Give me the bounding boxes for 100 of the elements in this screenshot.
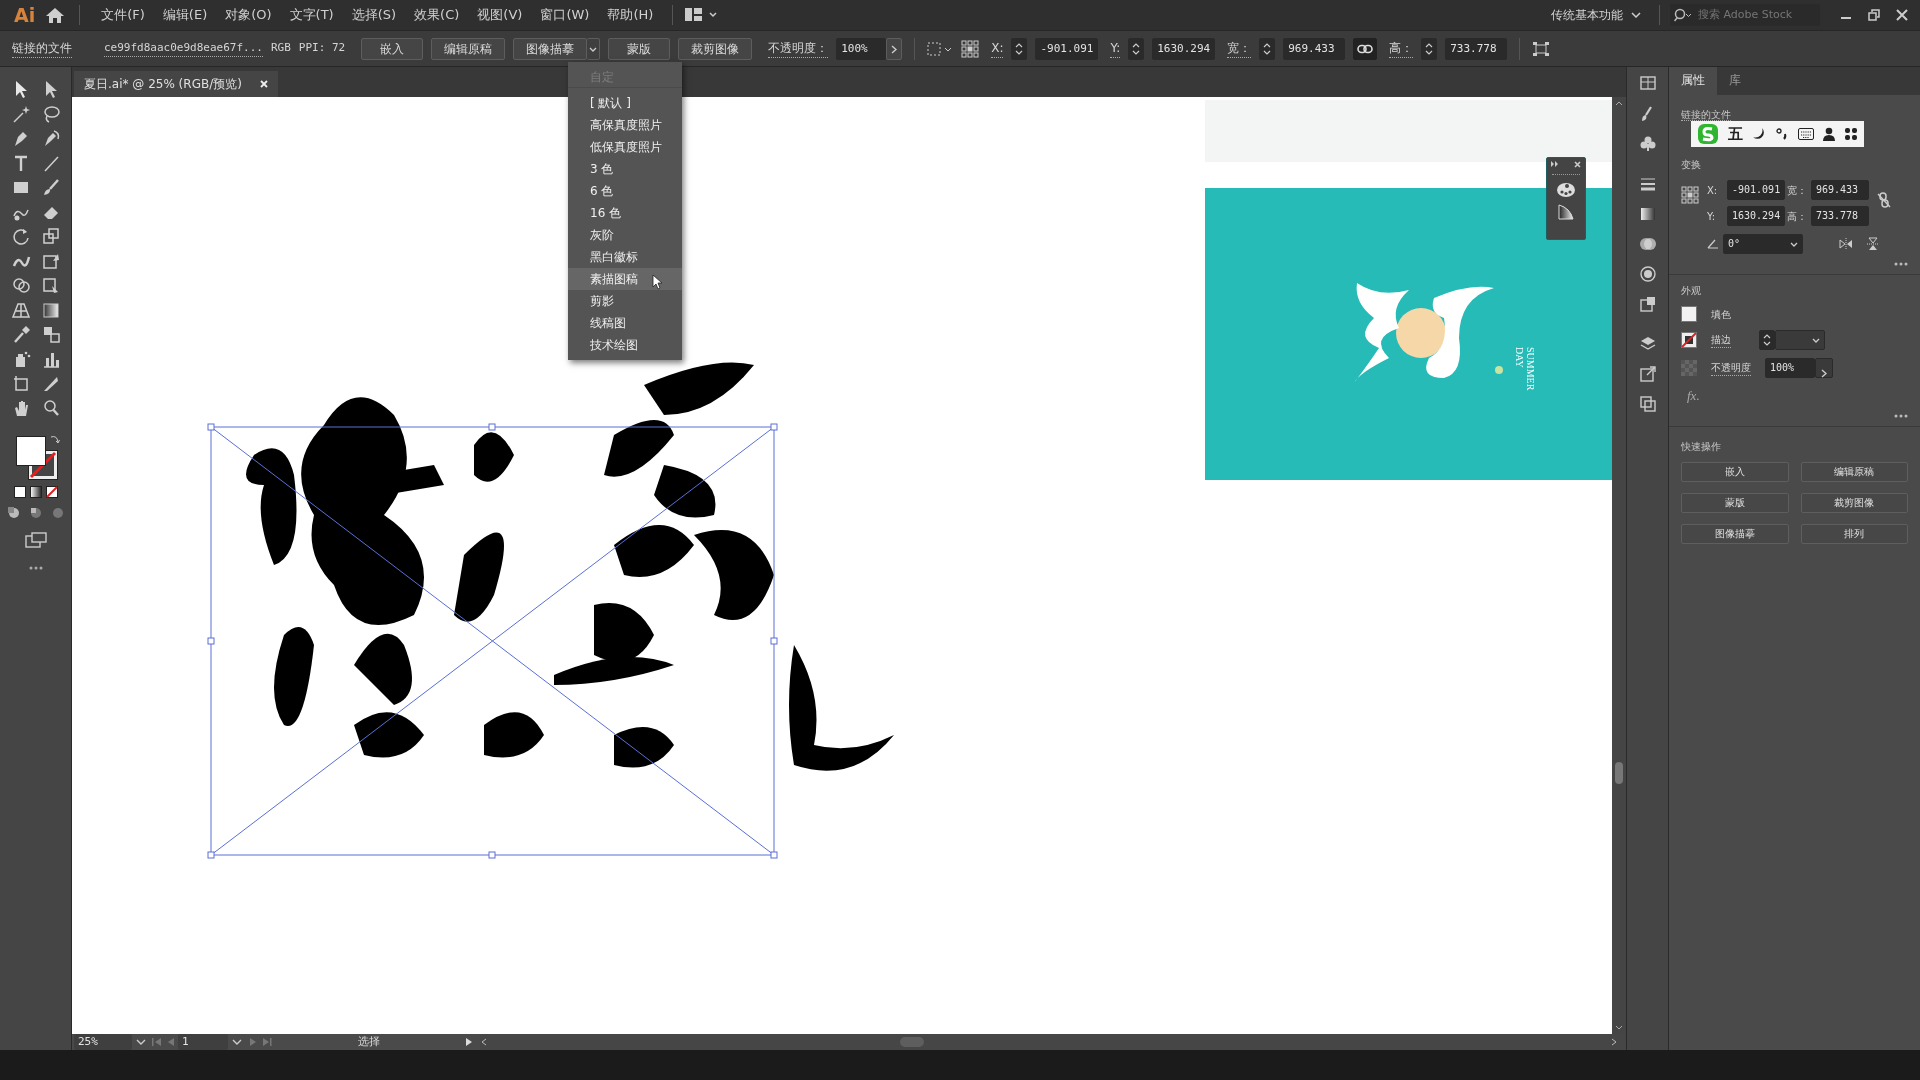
- menu-item[interactable]: 3 色: [568, 158, 682, 180]
- more-dots-icon[interactable]: [1894, 262, 1908, 266]
- menu-item[interactable]: 视图(V): [470, 3, 530, 27]
- expand-button[interactable]: [886, 37, 903, 60]
- toolbar-button[interactable]: 图像描摹: [513, 37, 588, 60]
- appearance-circle-icon[interactable]: [1638, 265, 1657, 283]
- linked-file-label[interactable]: 链接的文件: [12, 39, 72, 58]
- four-petal-icon[interactable]: [1844, 127, 1858, 141]
- moon-icon[interactable]: [1752, 127, 1766, 141]
- keyboard-icon[interactable]: [1798, 128, 1814, 140]
- reference-point-icon[interactable]: [961, 39, 980, 58]
- close-icon[interactable]: [1896, 9, 1908, 21]
- club-symbol-icon[interactable]: [1638, 135, 1657, 153]
- quick-action-button[interactable]: 蒙版: [1681, 492, 1789, 513]
- angle-dropdown[interactable]: 0°: [1723, 234, 1803, 254]
- menu-item[interactable]: 低保真度照片: [568, 136, 682, 158]
- gradient-fill-icon[interactable]: [29, 486, 42, 498]
- more-dots-icon[interactable]: [1894, 413, 1908, 418]
- stepper-control[interactable]: [1011, 37, 1028, 60]
- menu-item[interactable]: 灰阶: [568, 224, 682, 246]
- flip-vertical-icon[interactable]: [1867, 237, 1879, 251]
- layout-grid-icon[interactable]: [685, 8, 720, 22]
- menu-item[interactable]: 效果(C): [407, 3, 467, 27]
- scrollbar-thumb[interactable]: [1615, 762, 1623, 784]
- scale-icon[interactable]: [40, 226, 61, 247]
- opacity-field[interactable]: 100%: [836, 37, 887, 60]
- panel-tab[interactable]: 库: [1717, 67, 1753, 95]
- workspace-switcher[interactable]: 传统基本功能: [1551, 6, 1623, 24]
- toolbar-button[interactable]: 蒙版: [608, 37, 671, 60]
- menu-item[interactable]: 高保真度照片: [568, 114, 682, 136]
- quick-action-button[interactable]: 嵌入: [1681, 461, 1789, 482]
- stepper-control[interactable]: [1421, 37, 1438, 60]
- effects-button[interactable]: fx.: [1681, 386, 1700, 406]
- chevron-down-icon[interactable]: [1631, 12, 1641, 18]
- menu-item[interactable]: 对象(O): [218, 3, 279, 27]
- play-icon[interactable]: [464, 1037, 474, 1047]
- file-name-link[interactable]: ce99fd8aac0e9d8eae67f...: [104, 39, 263, 58]
- ime-logo-icon[interactable]: [1697, 123, 1719, 145]
- toolbar-button[interactable]: 裁剪图像: [678, 37, 753, 60]
- menu-item[interactable]: 编辑(E): [155, 3, 215, 27]
- constrain-proportions-toggle[interactable]: [1353, 37, 1378, 60]
- palette-icon[interactable]: [1556, 182, 1576, 198]
- toolbar-button[interactable]: 嵌入: [361, 37, 424, 60]
- export-square-icon[interactable]: [1638, 295, 1657, 313]
- overlapping-squares-icon[interactable]: [1638, 395, 1657, 413]
- menu-item[interactable]: 剪影: [568, 290, 682, 312]
- input-field[interactable]: 733.778: [1811, 206, 1869, 226]
- stepper-control[interactable]: [1759, 330, 1775, 350]
- input-field[interactable]: -901.091: [1035, 37, 1099, 60]
- panel-tab[interactable]: 属性: [1669, 67, 1717, 95]
- checker-swatch[interactable]: [1681, 360, 1697, 376]
- input-field[interactable]: 1630.294: [1727, 206, 1785, 226]
- align-icon[interactable]: [927, 40, 954, 57]
- draw-normal-icon[interactable]: [6, 506, 21, 520]
- scroll-right-icon[interactable]: [1610, 1038, 1618, 1046]
- fill-swatch[interactable]: [1681, 306, 1697, 322]
- quick-action-button[interactable]: 图像描摹: [1681, 523, 1789, 544]
- menu-item[interactable]: 素描图稿: [568, 268, 682, 290]
- ime-toolbar[interactable]: 五: [1691, 121, 1864, 147]
- stepper-control[interactable]: [1128, 37, 1145, 60]
- scroll-up-icon[interactable]: [1615, 101, 1623, 106]
- reference-point-icon[interactable]: [1681, 186, 1699, 204]
- unlinked-chain-icon[interactable]: [1877, 192, 1891, 208]
- close-icon[interactable]: [1574, 161, 1581, 168]
- opacity-label[interactable]: 不透明度: [1711, 360, 1751, 376]
- live-paint-icon[interactable]: [40, 275, 61, 296]
- document-tab[interactable]: 夏日.ai* @ 25% (RGB/预览): [74, 71, 278, 97]
- menu-item[interactable]: 文件(F): [94, 3, 152, 27]
- opacity-field[interactable]: 100%: [1765, 358, 1815, 378]
- input-field[interactable]: 969.433: [1811, 180, 1869, 200]
- input-field[interactable]: -901.091: [1727, 180, 1785, 200]
- transform-frame-icon[interactable]: [1532, 40, 1551, 57]
- quick-action-button[interactable]: 编辑原稿: [1800, 461, 1908, 482]
- stroke-label[interactable]: 描边: [1711, 332, 1731, 348]
- selection-frame[interactable]: [207, 423, 778, 859]
- input-field[interactable]: 1630.294: [1152, 37, 1216, 60]
- gradient-quarter-icon[interactable]: [1558, 204, 1574, 220]
- punctuation-icon[interactable]: [1775, 127, 1789, 141]
- zoom-field[interactable]: 25%: [74, 1034, 132, 1050]
- input-mode-label[interactable]: 五: [1728, 122, 1743, 146]
- menu-item[interactable]: 帮助(H): [600, 3, 661, 27]
- expand-button[interactable]: [1815, 358, 1833, 378]
- collapse-arrows-icon[interactable]: [1551, 161, 1559, 167]
- shape-builder-icon[interactable]: [10, 275, 31, 296]
- menu-item[interactable]: 技术绘图: [568, 334, 682, 356]
- scroll-left-icon[interactable]: [480, 1038, 488, 1046]
- toolbar-button[interactable]: 编辑原稿: [431, 37, 506, 60]
- menu-item[interactable]: 黑白徽标: [568, 246, 682, 268]
- menu-item[interactable]: 6 色: [568, 180, 682, 202]
- menu-item[interactable]: 选择(S): [344, 3, 404, 27]
- transparency-circles-icon[interactable]: [1638, 235, 1657, 253]
- restore-icon[interactable]: [1868, 9, 1880, 21]
- input-field[interactable]: 733.778: [1445, 37, 1508, 60]
- user-icon[interactable]: [1823, 127, 1835, 141]
- layers-icon[interactable]: [1638, 335, 1657, 353]
- stroke-none-swatch[interactable]: [1681, 332, 1697, 348]
- scroll-down-icon[interactable]: [1615, 1025, 1623, 1030]
- input-field[interactable]: 969.433: [1283, 37, 1346, 60]
- opacity-label[interactable]: 不透明度：: [768, 39, 829, 58]
- scrollbar-thumb[interactable]: [900, 1037, 924, 1047]
